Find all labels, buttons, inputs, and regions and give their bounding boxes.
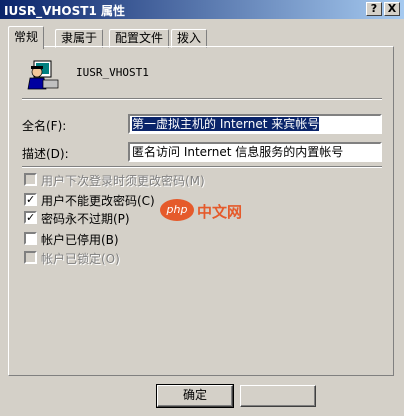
user-name: IUSR_VHOST1	[76, 66, 149, 79]
checkbox-label: 用户下次登录时须更改密码(M)	[41, 174, 205, 188]
user-icon	[27, 60, 59, 90]
title-bar[interactable]: IUSR_VHOST1 属性 ? X	[0, 0, 404, 19]
full-name-label: 全名(F):	[22, 119, 67, 133]
tab-general[interactable]: 常规	[8, 26, 45, 49]
description-input[interactable]: 匿名访问 Internet 信息服务的内置帐号	[128, 142, 382, 162]
close-button[interactable]: X	[384, 2, 400, 16]
window-title: IUSR_VHOST1 属性	[4, 4, 125, 18]
full-name-input[interactable]: 第一虚拟主机的 Internet 来宾帐号	[128, 114, 382, 134]
ok-button[interactable]: 确定	[156, 384, 234, 408]
checkbox-box[interactable]: ✓	[24, 193, 37, 206]
full-name-value: 第一虚拟主机的 Internet 来宾帐号	[132, 117, 320, 131]
watermark: php 中文网	[160, 199, 250, 223]
divider-top	[22, 98, 382, 100]
cancel-button[interactable]	[240, 385, 316, 407]
watermark-text: 中文网	[197, 203, 243, 221]
checkbox-label: 用户不能更改密码(C)	[41, 194, 155, 208]
description-label: 描述(D):	[22, 147, 69, 161]
checkbox-box[interactable]	[24, 232, 37, 245]
checkbox-box[interactable]	[24, 173, 37, 186]
checkbox-label: 帐户已停用(B)	[41, 233, 119, 247]
description-value: 匿名访问 Internet 信息服务的内置帐号	[132, 145, 344, 159]
checkbox-box[interactable]: ✓	[24, 211, 37, 224]
checkbox-box[interactable]	[24, 251, 37, 264]
checkbox-label: 密码永不过期(P)	[41, 212, 130, 226]
checkbox-label: 帐户已锁定(O)	[41, 252, 120, 266]
help-button[interactable]: ?	[366, 2, 382, 16]
divider-middle	[22, 166, 382, 168]
watermark-logo: php	[160, 199, 194, 221]
